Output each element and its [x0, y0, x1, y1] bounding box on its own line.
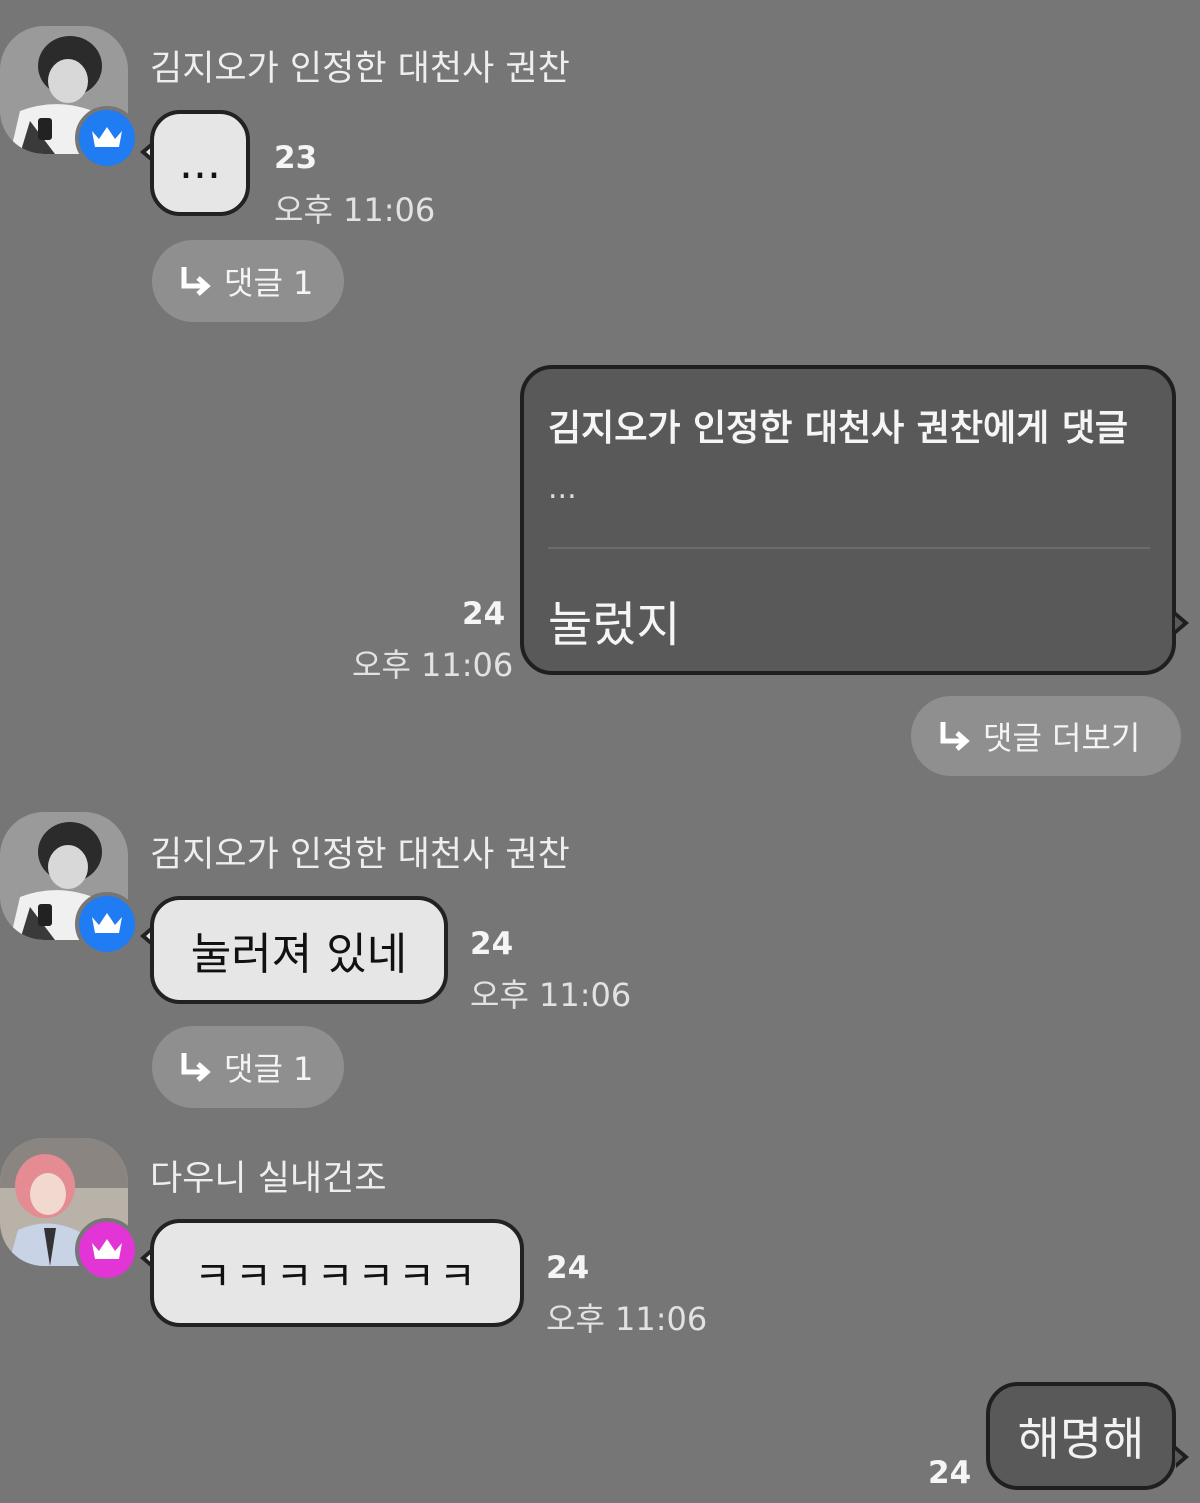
bubble-tail — [1175, 612, 1189, 634]
reply-label: 댓글 더보기 — [983, 719, 1141, 757]
quote-text: ... — [548, 471, 577, 506]
unread-count: 23 — [274, 140, 318, 176]
crown-badge — [75, 892, 139, 956]
reply-button[interactable]: 댓글 1 — [152, 240, 344, 322]
crown-badge — [75, 106, 139, 170]
crown-icon — [92, 127, 122, 147]
message-bubble[interactable]: ㅋㅋㅋㅋㅋㅋㅋ — [150, 1219, 524, 1327]
message-text: 눌렀지 — [548, 597, 681, 653]
more-replies-button[interactable]: 댓글 더보기 — [911, 696, 1181, 776]
crown-icon — [92, 913, 122, 933]
message-time: 오후 11:06 — [546, 1300, 708, 1338]
reply-message-bubble[interactable]: 김지오가 인정한 대천사 권찬에게 댓글 ... 눌렀지 — [520, 365, 1176, 675]
message-time: 오후 11:06 — [352, 646, 514, 684]
message-bubble[interactable]: 눌러져 있네 — [150, 896, 448, 1004]
reply-arrow-icon — [181, 1053, 211, 1082]
quote-divider — [548, 547, 1150, 549]
unread-count: 24 — [462, 596, 506, 632]
crown-badge — [75, 1218, 139, 1282]
bubble-tail — [1175, 1446, 1189, 1468]
message-text: 해명해 — [1017, 1412, 1145, 1466]
message-time: 오후 11:06 — [274, 191, 436, 229]
message-time: 오후 11:06 — [470, 976, 632, 1014]
quote-header: 김지오가 인정한 대천사 권찬에게 댓글 — [548, 408, 1129, 449]
crown-icon — [92, 1239, 122, 1259]
sender-name: 다우니 실내건조 — [150, 1159, 387, 1199]
unread-count: 24 — [546, 1250, 590, 1286]
reply-label: 댓글 1 — [224, 1050, 314, 1088]
sender-name: 김지오가 인정한 대천사 권찬 — [150, 49, 570, 89]
message-bubble[interactable]: ... — [150, 110, 250, 216]
message-bubble[interactable]: 해명해 — [986, 1382, 1176, 1490]
sender-name: 김지오가 인정한 대천사 권찬 — [150, 835, 570, 875]
reply-arrow-icon — [940, 722, 970, 751]
unread-count: 24 — [928, 1455, 972, 1491]
message-text: 눌러져 있네 — [190, 929, 408, 980]
reply-button[interactable]: 댓글 1 — [152, 1026, 344, 1108]
reply-label: 댓글 1 — [224, 264, 314, 302]
reply-arrow-icon — [181, 267, 211, 296]
message-text: ㅋㅋㅋㅋㅋㅋㅋ — [194, 1254, 480, 1300]
unread-count: 24 — [470, 926, 514, 962]
message-text: ... — [179, 137, 221, 189]
